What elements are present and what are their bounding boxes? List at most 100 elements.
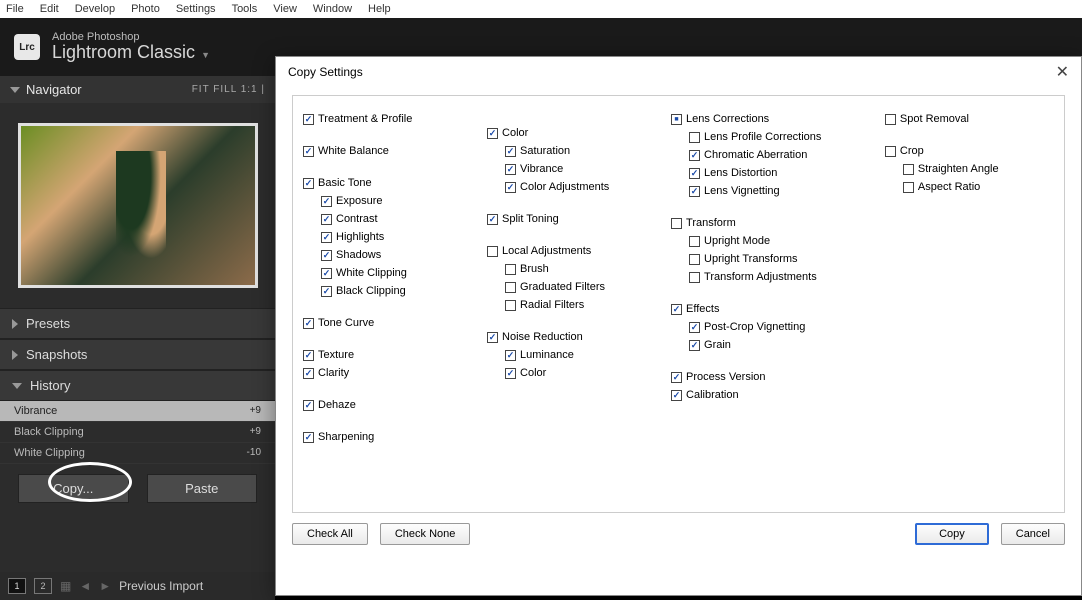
option-transform-adjustments[interactable]: Transform Adjustments	[689, 268, 885, 286]
option-shadows[interactable]: Shadows	[321, 246, 487, 264]
checkbox[interactable]	[671, 218, 682, 229]
checkbox[interactable]	[321, 286, 332, 297]
menu-window[interactable]: Window	[313, 3, 352, 15]
checkbox[interactable]	[303, 368, 314, 379]
menu-settings[interactable]: Settings	[176, 3, 216, 15]
option-upright-transforms[interactable]: Upright Transforms	[689, 250, 885, 268]
option-vibrance[interactable]: Vibrance	[505, 160, 671, 178]
checkbox[interactable]	[505, 146, 516, 157]
checkbox[interactable]	[689, 340, 700, 351]
option-sharpening[interactable]: Sharpening	[303, 428, 487, 446]
checkbox[interactable]	[689, 168, 700, 179]
checkbox[interactable]	[303, 114, 314, 125]
option-lens-corrections[interactable]: Lens Corrections	[671, 110, 885, 128]
checkbox[interactable]	[487, 128, 498, 139]
option-white-clipping[interactable]: White Clipping	[321, 264, 487, 282]
menu-develop[interactable]: Develop	[75, 3, 115, 15]
checkbox[interactable]	[505, 264, 516, 275]
checkbox[interactable]	[321, 268, 332, 279]
checkbox[interactable]	[487, 214, 498, 225]
option-graduated-filters[interactable]: Graduated Filters	[505, 278, 671, 296]
option-aspect-ratio[interactable]: Aspect Ratio	[903, 178, 1054, 196]
option-post-crop-vignetting[interactable]: Post-Crop Vignetting	[689, 318, 885, 336]
close-icon[interactable]: ✕	[1056, 62, 1069, 82]
checkbox[interactable]	[689, 150, 700, 161]
presets-section[interactable]: Presets	[0, 308, 275, 339]
cancel-button[interactable]: Cancel	[1001, 523, 1065, 545]
option-clarity[interactable]: Clarity	[303, 364, 487, 382]
option-lens-vignetting[interactable]: Lens Vignetting	[689, 182, 885, 200]
checkbox[interactable]	[321, 232, 332, 243]
option-local-adjustments[interactable]: Local Adjustments	[487, 242, 671, 260]
option-color[interactable]: Color	[487, 124, 671, 142]
checkbox[interactable]	[487, 332, 498, 343]
option-process-version[interactable]: Process Version	[671, 368, 885, 386]
checkbox[interactable]	[321, 214, 332, 225]
checkbox[interactable]	[885, 114, 896, 125]
option-highlights[interactable]: Highlights	[321, 228, 487, 246]
option-texture[interactable]: Texture	[303, 346, 487, 364]
checkbox[interactable]	[689, 254, 700, 265]
history-row[interactable]: Vibrance+9	[0, 401, 275, 422]
option-calibration[interactable]: Calibration	[671, 386, 885, 404]
option-white-balance[interactable]: White Balance	[303, 142, 487, 160]
option-effects[interactable]: Effects	[671, 300, 885, 318]
menu-tools[interactable]: Tools	[232, 3, 258, 15]
checkbox[interactable]	[487, 246, 498, 257]
check-all-button[interactable]: Check All	[292, 523, 368, 545]
checkbox[interactable]	[303, 400, 314, 411]
checkbox[interactable]	[505, 300, 516, 311]
option-color-adjustments[interactable]: Color Adjustments	[505, 178, 671, 196]
navigator-header[interactable]: Navigator FIT FILL 1:1 |	[0, 76, 275, 103]
checkbox[interactable]	[671, 372, 682, 383]
dialog-titlebar[interactable]: Copy Settings ✕	[276, 57, 1081, 87]
option-color[interactable]: Color	[505, 364, 671, 382]
option-transform[interactable]: Transform	[671, 214, 885, 232]
option-split-toning[interactable]: Split Toning	[487, 210, 671, 228]
checkbox[interactable]	[505, 368, 516, 379]
option-black-clipping[interactable]: Black Clipping	[321, 282, 487, 300]
navigator-zoom-modes[interactable]: FIT FILL 1:1 |	[192, 84, 265, 95]
checkbox[interactable]	[505, 282, 516, 293]
checkbox[interactable]	[321, 250, 332, 261]
menu-edit[interactable]: Edit	[40, 3, 59, 15]
option-treatment-profile[interactable]: Treatment & Profile	[303, 110, 487, 128]
prev-arrow-icon[interactable]: ◄	[79, 579, 91, 593]
option-basic-tone[interactable]: Basic Tone	[303, 174, 487, 192]
checkbox[interactable]	[671, 114, 682, 125]
option-exposure[interactable]: Exposure	[321, 192, 487, 210]
checkbox[interactable]	[505, 350, 516, 361]
menu-photo[interactable]: Photo	[131, 3, 160, 15]
filmstrip-index-1[interactable]: 1	[8, 578, 26, 594]
checkbox[interactable]	[321, 196, 332, 207]
option-upright-mode[interactable]: Upright Mode	[689, 232, 885, 250]
menu-bar[interactable]: File Edit Develop Photo Settings Tools View Win…	[0, 0, 1082, 18]
option-noise-reduction[interactable]: Noise Reduction	[487, 328, 671, 346]
menu-help[interactable]: Help	[368, 3, 391, 15]
menu-file[interactable]: File	[6, 3, 24, 15]
checkbox[interactable]	[671, 390, 682, 401]
option-tone-curve[interactable]: Tone Curve	[303, 314, 487, 332]
navigator-preview[interactable]	[0, 103, 275, 308]
history-row[interactable]: Black Clipping+9	[0, 422, 275, 443]
checkbox[interactable]	[689, 132, 700, 143]
option-saturation[interactable]: Saturation	[505, 142, 671, 160]
history-row[interactable]: White Clipping-10	[0, 443, 275, 464]
checkbox[interactable]	[689, 322, 700, 333]
menu-view[interactable]: View	[273, 3, 297, 15]
option-crop[interactable]: Crop	[885, 142, 1054, 160]
checkbox[interactable]	[885, 146, 896, 157]
checkbox[interactable]	[689, 272, 700, 283]
checkbox[interactable]	[303, 146, 314, 157]
option-contrast[interactable]: Contrast	[321, 210, 487, 228]
checkbox[interactable]	[303, 178, 314, 189]
option-luminance[interactable]: Luminance	[505, 346, 671, 364]
option-radial-filters[interactable]: Radial Filters	[505, 296, 671, 314]
option-grain[interactable]: Grain	[689, 336, 885, 354]
option-straighten-angle[interactable]: Straighten Angle	[903, 160, 1054, 178]
copy-button[interactable]: Copy...	[18, 474, 129, 503]
checkbox[interactable]	[303, 432, 314, 443]
checkbox[interactable]	[903, 182, 914, 193]
next-arrow-icon[interactable]: ►	[99, 579, 111, 593]
option-lens-profile-corrections[interactable]: Lens Profile Corrections	[689, 128, 885, 146]
